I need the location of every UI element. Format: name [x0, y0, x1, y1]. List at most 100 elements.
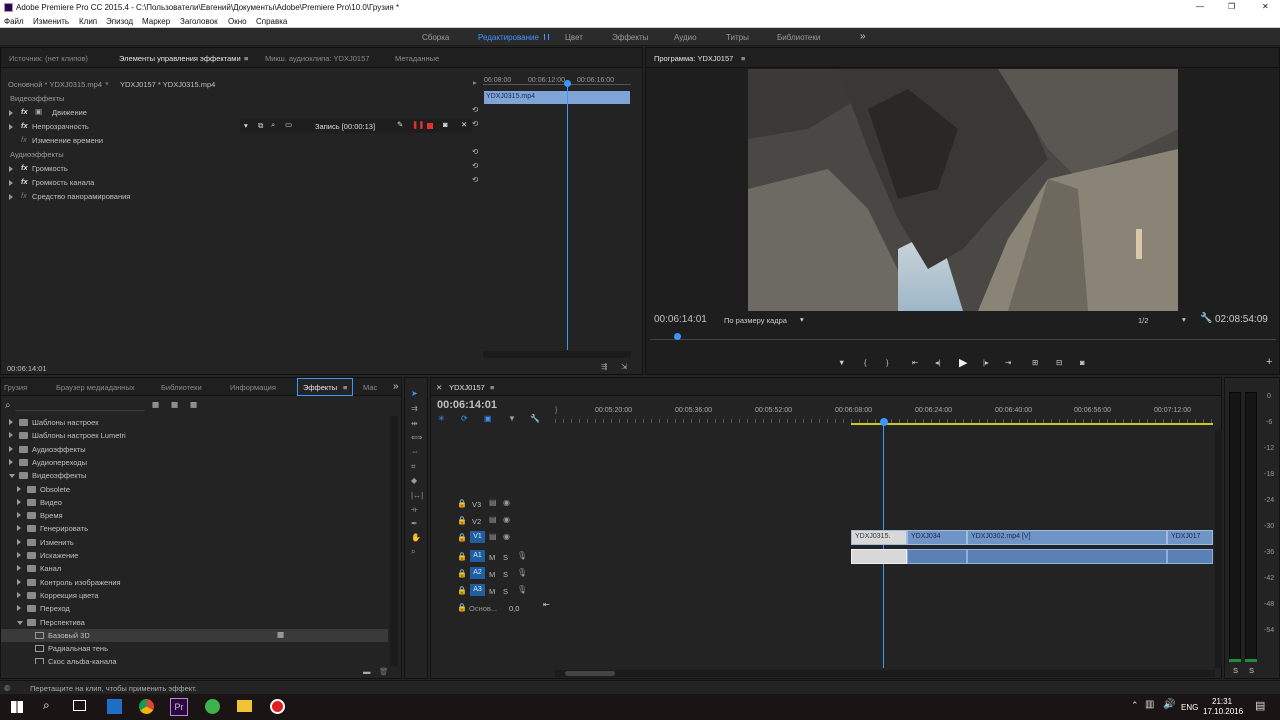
effects-tree-item[interactable]: Видео	[1, 496, 388, 509]
expand-icon[interactable]	[17, 578, 21, 585]
fx-icon[interactable]: fx	[21, 163, 28, 172]
extract-icon[interactable]: ⊟	[1056, 358, 1062, 367]
minimize-button[interactable]: —	[1196, 2, 1204, 11]
effect-motion[interactable]: Движение	[52, 108, 87, 117]
clip-v1-1[interactable]: YDXJ0315.	[851, 530, 907, 545]
lock-icon[interactable]: 🔒	[457, 500, 467, 508]
collapse-icon[interactable]	[9, 474, 15, 479]
mark-out-icon[interactable]: }	[886, 358, 889, 367]
chrome-icon[interactable]	[139, 699, 154, 714]
effects-tree-item[interactable]: Время	[1, 509, 388, 522]
track-label-v3[interactable]: V3	[472, 500, 481, 509]
mark-in-icon[interactable]: {	[864, 358, 867, 367]
workspace-titles[interactable]: Титры	[726, 33, 749, 42]
premiere-taskbar-icon[interactable]: Pr	[170, 698, 188, 716]
effect-channel-volume[interactable]: Громкость канала	[32, 178, 94, 187]
expand-icon[interactable]	[9, 432, 13, 439]
selection-tool-icon[interactable]: ➤	[411, 390, 418, 398]
go-to-in-icon[interactable]: ⇤	[912, 358, 918, 367]
effects-tree-item[interactable]: Радиальная тень	[1, 642, 388, 655]
sync-lock-icon[interactable]: ▤	[489, 499, 497, 507]
tab-effects[interactable]: Эффекты	[303, 383, 337, 392]
expand-icon[interactable]	[17, 525, 21, 532]
more-workspaces-icon[interactable]: »	[860, 31, 866, 42]
panel-menu-icon[interactable]: ≡	[490, 383, 494, 392]
timeline-sequence-tab[interactable]: YDXJ0157	[449, 383, 485, 392]
fx-icon[interactable]: fx	[21, 121, 28, 130]
mute-button[interactable]: M	[489, 587, 495, 596]
slide-tool-icon[interactable]: |↔|	[411, 492, 423, 500]
expand-icon[interactable]	[17, 565, 21, 572]
collapse-icon[interactable]	[17, 620, 23, 625]
nest-icon[interactable]: ▣	[484, 415, 492, 423]
mute-button[interactable]: M	[489, 570, 495, 579]
menu-help[interactable]: Справка	[256, 17, 287, 26]
recorder-icon[interactable]	[270, 699, 285, 714]
timeline-timecode[interactable]: 00:06:14:01	[437, 399, 497, 411]
expand-icon[interactable]	[17, 485, 21, 492]
volume-icon[interactable]: 🔊	[1163, 699, 1175, 710]
eye-icon[interactable]: ◉	[503, 516, 510, 524]
expand-icon[interactable]	[17, 512, 21, 519]
effects-tree-item[interactable]: Obsolete	[1, 483, 388, 496]
expand-icon[interactable]	[9, 445, 13, 452]
reset-icon[interactable]: ⟲	[472, 161, 478, 170]
effect-time-remapping[interactable]: Изменение времени	[32, 136, 103, 145]
video-frame[interactable]	[748, 69, 1178, 311]
master-clip-label[interactable]: Основной * YDXJ0315.mp4	[8, 80, 102, 89]
ec-clip-bar[interactable]: YDXJ0315.mp4	[484, 91, 630, 104]
lock-icon[interactable]: 🔒	[457, 570, 467, 578]
tab-metadata[interactable]: Метаданные	[395, 54, 439, 63]
reset-icon[interactable]: ⟲	[472, 175, 478, 184]
effects-tree-item[interactable]: Шаблоны настроек	[1, 416, 388, 429]
new-bin-icon[interactable]: ▬	[363, 667, 371, 676]
ec-playhead[interactable]	[567, 82, 568, 350]
master-volume-value[interactable]: 0,0	[509, 604, 519, 613]
fx-icon[interactable]: fx	[21, 107, 28, 116]
track-label-v2[interactable]: V2	[472, 517, 481, 526]
clock-time[interactable]: 21:31	[1212, 697, 1232, 706]
panel-menu-icon[interactable]: ≡	[741, 54, 745, 63]
yuv-effects-icon[interactable]: ▦	[190, 400, 197, 409]
zoom-icon[interactable]: ⌕	[271, 120, 275, 130]
effects-tree-item[interactable]: Коррекция цвета	[1, 589, 388, 602]
lock-icon[interactable]: 🔒	[457, 517, 467, 525]
panel-menu-icon[interactable]: ≡	[343, 383, 347, 392]
clip-v1-3[interactable]: YDXJ0302.mp4 [V]	[967, 530, 1167, 545]
clock-date[interactable]: 17.10.2016	[1203, 707, 1243, 716]
effects-search-input[interactable]	[15, 399, 145, 411]
file-explorer-icon[interactable]	[237, 700, 252, 712]
linked-selection-icon[interactable]: ⟳	[461, 415, 468, 423]
expand-icon[interactable]	[9, 419, 13, 425]
effects-tree-item[interactable]: Шаблоны настроек Lumetri	[1, 429, 388, 442]
effects-scrollbar[interactable]	[390, 416, 398, 666]
ec-playhead-handle[interactable]	[564, 80, 571, 87]
work-area-bar[interactable]	[851, 423, 1213, 425]
panel-menu-icon[interactable]: ≡	[244, 54, 248, 63]
effect-panner[interactable]: Средство панорамирования	[32, 192, 130, 201]
pen-tool-icon[interactable]: ✒	[411, 520, 418, 528]
program-timecode[interactable]: 00:06:14:01	[654, 314, 707, 325]
expand-icon[interactable]	[9, 124, 13, 130]
sync-lock-icon[interactable]: ▤	[489, 516, 497, 524]
lift-icon[interactable]: ⊞	[1032, 358, 1038, 367]
language-indicator[interactable]: ENG	[1181, 703, 1198, 712]
frame-icon[interactable]: ▭	[285, 120, 292, 129]
effects-tree-item[interactable]: Видеоэффекты	[1, 469, 388, 482]
fx-icon[interactable]: fx	[21, 177, 28, 186]
search-icon[interactable]: ⌕	[43, 698, 50, 713]
search-icon[interactable]: ⌕	[5, 400, 11, 411]
close-icon[interactable]: ✕	[436, 383, 442, 392]
microphone-icon[interactable]: 🎙	[517, 569, 527, 577]
menu-sequence[interactable]: Эпизод	[106, 17, 133, 26]
camera-icon[interactable]: ◙	[443, 120, 448, 129]
lock-icon[interactable]: 🔒	[457, 604, 467, 612]
dropdown-icon[interactable]: ▾	[244, 121, 248, 130]
workspace-libraries[interactable]: Библиотеки	[777, 33, 820, 42]
workspace-audio[interactable]: Аудио	[674, 33, 697, 42]
lock-icon[interactable]: 🔒	[457, 553, 467, 561]
sync-lock-icon[interactable]: ▤	[489, 533, 497, 541]
pen-icon[interactable]: ✎	[397, 120, 403, 129]
rolling-edit-tool-icon[interactable]: ⟺	[411, 434, 422, 442]
timeline-settings-icon[interactable]: 🔧	[530, 415, 540, 423]
